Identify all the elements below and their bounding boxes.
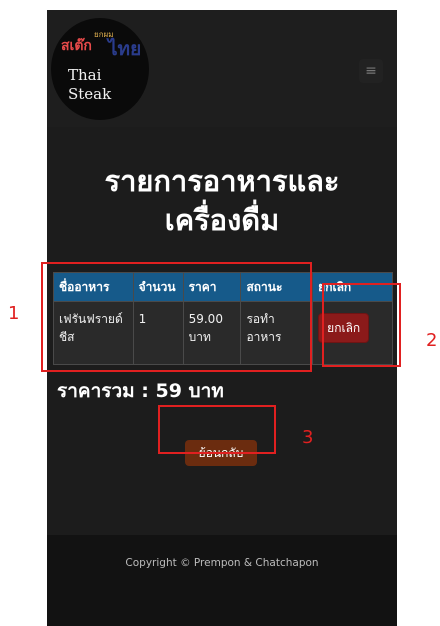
total-price: ราคารวม : 59 บาท — [57, 380, 224, 402]
hamburger-menu-icon[interactable]: ≡ — [359, 59, 383, 83]
annotation-number-3: 3 — [302, 427, 314, 448]
annotation-number-2: 2 — [426, 330, 438, 351]
annotation-box-2 — [322, 283, 401, 367]
annotation-box-1 — [41, 262, 312, 372]
annotation-box-3 — [158, 405, 276, 454]
logo-main-text-blue: ไทย — [108, 38, 142, 60]
logo-thai-text: Thai — [68, 66, 102, 84]
logo[interactable]: ยกผม สเต๊ก ไทย Thai Steak — [51, 18, 149, 120]
page-title: รายการอาหารและ เครื่องดื่ม — [47, 162, 397, 240]
copyright-text: Copyright © Prempon & Chatchapon — [125, 557, 319, 569]
footer: Copyright © Prempon & Chatchapon — [47, 535, 397, 626]
logo-steak-text: Steak — [68, 85, 112, 103]
navbar: ยกผม สเต๊ก ไทย Thai Steak ≡ — [47, 10, 397, 127]
logo-main-text: สเต๊ก — [61, 38, 92, 54]
annotation-number-1: 1 — [8, 303, 20, 324]
page-title-line2: เครื่องดื่ม — [164, 203, 280, 237]
page-title-line1: รายการอาหารและ — [104, 164, 340, 198]
